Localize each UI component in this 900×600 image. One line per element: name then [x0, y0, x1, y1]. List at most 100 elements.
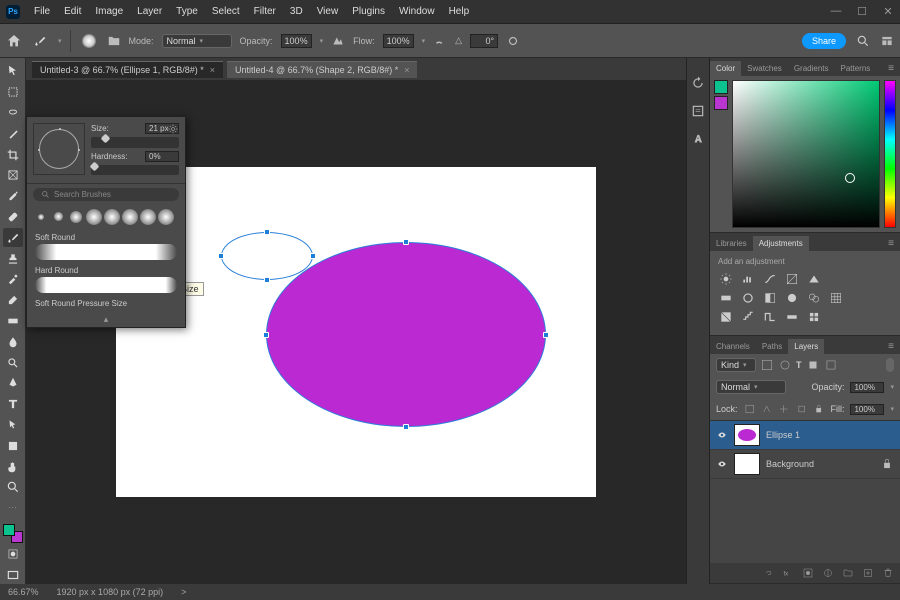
- color-swatches[interactable]: [3, 524, 23, 543]
- group-icon[interactable]: [842, 567, 854, 579]
- blur-tool[interactable]: [3, 332, 23, 351]
- hue-slider[interactable]: [884, 80, 896, 228]
- channelmixer-icon[interactable]: [806, 291, 822, 305]
- gear-icon[interactable]: [167, 123, 179, 135]
- fg-color[interactable]: [714, 80, 728, 94]
- brush-preset[interactable]: [158, 209, 174, 225]
- levels-icon[interactable]: [740, 272, 756, 286]
- tab-color[interactable]: Color: [710, 61, 741, 76]
- pressure-opacity-icon[interactable]: [331, 34, 345, 48]
- hardness-slider[interactable]: [91, 165, 179, 176]
- chevron-down-icon[interactable]: ▾: [58, 37, 62, 45]
- close-icon[interactable]: ×: [404, 65, 409, 75]
- mode-select[interactable]: Normal▾: [162, 34, 232, 48]
- eraser-tool[interactable]: [3, 291, 23, 310]
- mask-icon[interactable]: [802, 567, 814, 579]
- shape-tool[interactable]: [3, 436, 23, 455]
- selection-handle[interactable]: [543, 332, 549, 338]
- brush-preset-button[interactable]: [79, 31, 99, 51]
- brush-list-item[interactable]: Soft Round: [33, 231, 179, 262]
- character-panel-icon[interactable]: [691, 132, 705, 146]
- lock-all-icon[interactable]: [813, 402, 824, 416]
- tab-patterns[interactable]: Patterns: [835, 61, 877, 76]
- path-select-tool[interactable]: [3, 416, 23, 435]
- posterize-icon[interactable]: [740, 310, 756, 324]
- filter-smart-icon[interactable]: [824, 358, 838, 372]
- doc-dimensions[interactable]: 1920 px x 1080 px (72 ppi): [57, 587, 164, 597]
- status-arrow-icon[interactable]: >: [181, 587, 186, 597]
- bg-color[interactable]: [714, 96, 728, 110]
- gradientmap-icon[interactable]: [784, 310, 800, 324]
- tab-layers[interactable]: Layers: [788, 339, 824, 354]
- tab-channels[interactable]: Channels: [710, 339, 756, 354]
- panel-menu-icon[interactable]: ≡: [882, 236, 900, 251]
- brush-preset[interactable]: [54, 212, 63, 221]
- shape-ellipse-small[interactable]: [221, 232, 313, 280]
- menu-layer[interactable]: Layer: [131, 4, 168, 19]
- new-layer-icon[interactable]: [862, 567, 874, 579]
- close-button[interactable]: ✕: [882, 5, 894, 18]
- document-tab-2[interactable]: Untitled-4 @ 66.7% (Shape 2, RGB/8#) *×: [227, 61, 417, 78]
- selection-handle[interactable]: [264, 229, 270, 235]
- layer-name[interactable]: Ellipse 1: [766, 430, 800, 440]
- menu-image[interactable]: Image: [89, 4, 129, 19]
- history-panel-icon[interactable]: [691, 76, 705, 90]
- pen-tool[interactable]: [3, 374, 23, 393]
- filter-adjust-icon[interactable]: [778, 358, 792, 372]
- brush-preset[interactable]: [70, 211, 82, 223]
- menu-type[interactable]: Type: [170, 4, 204, 19]
- tab-adjustments[interactable]: Adjustments: [753, 236, 809, 251]
- color-picker-ring[interactable]: [845, 173, 855, 183]
- visibility-icon[interactable]: [716, 430, 728, 440]
- size-slider[interactable]: [91, 137, 179, 148]
- menu-plugins[interactable]: Plugins: [346, 4, 391, 19]
- hand-tool[interactable]: [3, 457, 23, 476]
- panel-menu-icon[interactable]: ≡: [882, 61, 900, 76]
- colorlookup-icon[interactable]: [828, 291, 844, 305]
- menu-edit[interactable]: Edit: [58, 4, 87, 19]
- flow-input[interactable]: 100%: [383, 34, 414, 48]
- foreground-swatch[interactable]: [3, 524, 15, 536]
- selection-handle[interactable]: [403, 424, 409, 430]
- menu-help[interactable]: Help: [443, 4, 476, 19]
- brightness-icon[interactable]: [718, 272, 734, 286]
- lasso-tool[interactable]: [3, 104, 23, 123]
- colorbalance-icon[interactable]: [740, 291, 756, 305]
- tab-libraries[interactable]: Libraries: [710, 236, 753, 251]
- lock-artboard-icon[interactable]: [796, 402, 807, 416]
- photofilter-icon[interactable]: [784, 291, 800, 305]
- selection-handle[interactable]: [403, 239, 409, 245]
- filter-toggle[interactable]: [886, 358, 894, 372]
- selectivecolor-icon[interactable]: [806, 310, 822, 324]
- threshold-icon[interactable]: [762, 310, 778, 324]
- filter-type-icon[interactable]: T: [796, 360, 802, 370]
- layer-item[interactable]: Background: [710, 450, 900, 479]
- brush-preset[interactable]: [140, 209, 156, 225]
- stamp-tool[interactable]: [3, 249, 23, 268]
- wand-tool[interactable]: [3, 124, 23, 143]
- crop-tool[interactable]: [3, 145, 23, 164]
- folder-icon[interactable]: [107, 34, 121, 48]
- menu-3d[interactable]: 3D: [284, 4, 309, 19]
- shape-ellipse-large[interactable]: [266, 242, 546, 427]
- selection-handle[interactable]: [264, 277, 270, 283]
- brush-search-input[interactable]: Search Brushes: [33, 188, 179, 201]
- history-brush-tool[interactable]: [3, 270, 23, 289]
- screenmode-toggle[interactable]: [3, 565, 23, 584]
- brush-angle-preview[interactable]: [33, 123, 85, 175]
- visibility-icon[interactable]: [716, 459, 728, 469]
- filter-image-icon[interactable]: [760, 358, 774, 372]
- brush-list-item[interactable]: Hard Round: [33, 264, 179, 295]
- hue-icon[interactable]: [718, 291, 734, 305]
- color-swatch-pair[interactable]: [714, 80, 728, 228]
- gradient-tool[interactable]: [3, 312, 23, 331]
- layer-item[interactable]: Ellipse 1: [710, 421, 900, 450]
- tab-swatches[interactable]: Swatches: [741, 61, 788, 76]
- move-tool[interactable]: [3, 62, 23, 81]
- brush-tool-indicator[interactable]: [30, 31, 50, 51]
- lock-move-icon[interactable]: [778, 402, 789, 416]
- color-field[interactable]: [732, 80, 880, 228]
- trash-icon[interactable]: [882, 567, 894, 579]
- invert-icon[interactable]: [718, 310, 734, 324]
- exposure-icon[interactable]: [784, 272, 800, 286]
